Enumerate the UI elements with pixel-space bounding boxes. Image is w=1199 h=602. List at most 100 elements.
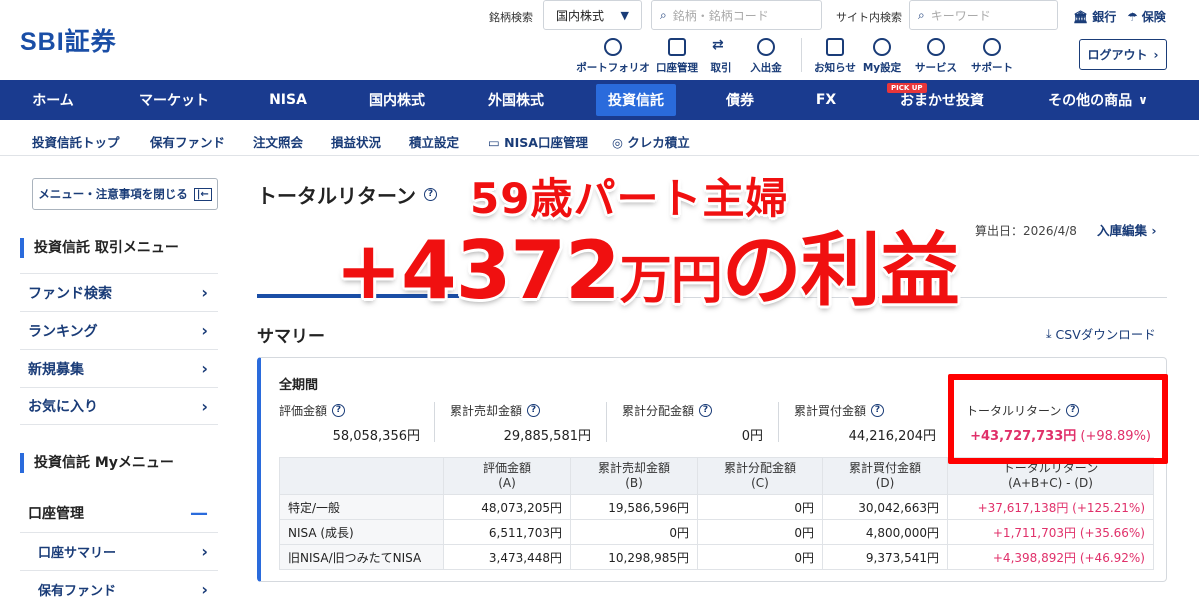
help-icon[interactable]: ? <box>332 404 346 417</box>
metric-label: 累計売却金額 <box>450 404 523 418</box>
chevron-right-icon: › <box>201 580 208 599</box>
headline-profit-number: +4372 <box>335 224 621 317</box>
table-row: 旧NISA/旧つみたてNISA 3,473,448円 10,298,985円 0… <box>279 544 1154 570</box>
nav-mutual-funds[interactable]: 投資信託 <box>596 84 676 116</box>
edit-link[interactable]: 入庫編集 › <box>1097 220 1157 239</box>
main-nav: ホーム マーケット NISA 国内株式 外国株式 投資信託 債券 FX おまかせ… <box>0 80 1199 120</box>
notice-button[interactable]: お知らせ <box>812 38 858 75</box>
cell-purchased: 9,373,541円 <box>822 544 948 570</box>
subnav-holdings[interactable]: 保有ファンド <box>150 132 225 151</box>
csv-download-label: CSVダウンロード <box>1055 327 1156 342</box>
help-icon[interactable]: ? <box>699 404 713 417</box>
support-icon <box>983 38 1001 56</box>
brand-search-placeholder: 銘柄・銘柄コード <box>672 8 769 23</box>
download-icon: ⤓ <box>1046 325 1052 341</box>
cell-total-return: +37,617,138円 (+125.21%) <box>947 494 1154 520</box>
sidebar-item-new-offering[interactable]: 新規募集 › <box>20 349 218 387</box>
sidebar-item-label: 口座サマリー <box>38 546 117 561</box>
site-search-input[interactable]: ⌕ キーワード <box>909 0 1058 30</box>
breakdown-table: 評価金額 (A) 累計売却金額 (B) 累計分配金額 (C) 累計買付金額 (D) トー… <box>279 457 1154 570</box>
cell-valuation: 3,473,448円 <box>443 544 571 570</box>
nav-fx[interactable]: FX <box>792 80 860 120</box>
subnav-orders[interactable]: 注文照会 <box>253 132 303 151</box>
sbi-logo[interactable]: SBI証券 <box>20 22 117 58</box>
header-line: 累計分配金額 <box>723 461 796 475</box>
help-icon[interactable]: ? <box>424 188 437 201</box>
summary-title: サマリー <box>257 327 325 347</box>
nav-foreign-stocks[interactable]: 外国株式 <box>464 80 568 120</box>
deposit-icon <box>757 38 775 56</box>
service-label: サービス <box>915 62 957 74</box>
row-label: 特定/一般 <box>279 494 444 520</box>
cell-distribution: 0円 <box>697 494 823 520</box>
deposit-button[interactable]: 入出金 <box>741 38 791 75</box>
portfolio-label: ポートフォリオ <box>576 62 650 74</box>
nav-market[interactable]: マーケット <box>112 80 236 120</box>
cell-distribution: 0円 <box>697 519 823 545</box>
subnav-fund-top[interactable]: 投資信託トップ <box>32 132 120 151</box>
cell-distribution: 0円 <box>697 544 823 570</box>
sidebar-section-account[interactable]: 口座管理 — <box>20 494 218 532</box>
metric-value: 0円 <box>741 429 763 444</box>
sidebar-item-label: ランキング <box>28 323 98 340</box>
trade-button[interactable]: ⇄ 取引 <box>701 38 741 75</box>
subnav-accumulation[interactable]: 積立設定 <box>409 132 459 151</box>
sidebar-item-fund-search[interactable]: ファンド検索 › <box>20 273 218 311</box>
help-icon[interactable]: ? <box>871 404 885 417</box>
header-line: 累計買付金額 <box>848 461 921 475</box>
cell-valuation: 48,073,205円 <box>443 494 571 520</box>
nav-domestic-stocks[interactable]: 国内株式 <box>345 80 449 120</box>
support-label: サポート <box>971 62 1013 74</box>
close-menu-button[interactable]: メニュー・注意事項を閉じる |← <box>32 178 218 210</box>
notice-label: お知らせ <box>814 62 856 74</box>
subnav-credit-card[interactable]: ◎ クレカ積立 <box>612 132 690 151</box>
sidebar-item-ranking[interactable]: ランキング › <box>20 311 218 349</box>
search-icon: ⌕ <box>660 7 667 22</box>
my-settings-label: My設定 <box>862 62 902 74</box>
market-select[interactable]: 国内株式 ▼ <box>543 0 642 30</box>
my-settings-button[interactable]: My設定 <box>858 38 906 75</box>
sidebar-item-holdings[interactable]: 保有ファンド › <box>20 570 218 602</box>
headline-profit-unit: 万円 <box>619 251 723 311</box>
help-icon[interactable]: ? <box>527 404 541 417</box>
nav-other-products[interactable]: その他の商品 ∨ <box>1028 80 1168 120</box>
trade-icon: ⇄ <box>712 37 724 53</box>
bank-link[interactable]: 🏛 銀行 <box>1073 8 1116 25</box>
nav-bonds[interactable]: 債券 <box>698 80 782 120</box>
nav-nisa[interactable]: NISA <box>236 80 340 120</box>
chevron-right-icon: › <box>201 359 208 378</box>
subnav-nisa-account[interactable]: ▭ NISA口座管理 <box>488 132 588 151</box>
brand-search-label: 銘柄検索 <box>489 11 533 24</box>
cell-valuation: 6,511,703円 <box>443 519 571 545</box>
logout-button[interactable]: ログアウト › <box>1079 39 1167 70</box>
table-header: 累計売却金額 (B) <box>570 457 698 495</box>
trade-label: 取引 <box>710 62 732 74</box>
sidebar-item-account-summary[interactable]: 口座サマリー › <box>20 532 218 570</box>
header-line: (A+B+C) - (D) <box>1008 476 1093 490</box>
header-line: (C) <box>751 476 769 490</box>
table-row: NISA (成長) 6,511,703円 0円 0円 4,800,000円 +1… <box>279 519 1154 545</box>
sidebar-section-label: 口座管理 <box>28 506 84 522</box>
insurance-link-label: 保険 <box>1141 10 1166 24</box>
account-button[interactable]: 口座管理 <box>653 38 701 75</box>
sidebar-item-label: ファンド検索 <box>28 285 112 302</box>
sidebar-item-favorites[interactable]: お気に入り › <box>20 387 218 425</box>
metric-purchased: 累計買付金額? 44,216,204円 <box>794 402 936 444</box>
deposit-label: 入出金 <box>750 62 782 74</box>
trade-menu-title: 投資信託 取引メニュー <box>20 238 218 258</box>
portfolio-button[interactable]: ポートフォリオ <box>573 38 653 75</box>
brand-search-input[interactable]: ⌕ 銘柄・銘柄コード <box>651 0 822 30</box>
subnav-nisa-label: NISA口座管理 <box>504 135 588 150</box>
metric-value: 58,058,356円 <box>332 429 420 444</box>
subnav-pnl[interactable]: 損益状況 <box>331 132 381 151</box>
csv-download-link[interactable]: ⤓ CSVダウンロード <box>1046 324 1156 343</box>
nav-home[interactable]: ホーム <box>0 80 106 120</box>
insurance-link[interactable]: ☂ 保険 <box>1127 8 1166 25</box>
row-label: NISA (成長) <box>279 519 444 545</box>
site-search-placeholder: キーワード <box>930 8 991 23</box>
table-header: 評価金額 (A) <box>443 457 571 495</box>
service-button[interactable]: サービス <box>906 38 966 75</box>
table-header-blank <box>279 457 444 495</box>
support-button[interactable]: サポート <box>966 38 1018 75</box>
row-label: 旧NISA/旧つみたてNISA <box>279 544 444 570</box>
